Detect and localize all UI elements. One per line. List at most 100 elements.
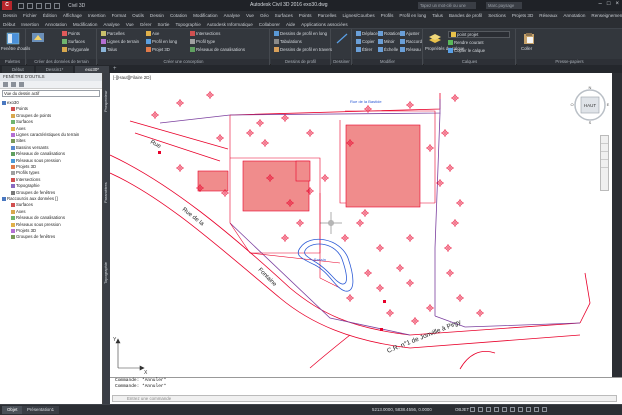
- tree-item[interactable]: Bassins versants: [0, 145, 48, 151]
- ribbon-tab[interactable]: Applications associées: [301, 22, 347, 27]
- tree-item[interactable]: Points: [0, 106, 28, 112]
- menu-item[interactable]: Profil en long: [399, 13, 426, 18]
- mirror-button[interactable]: Miroir: [378, 39, 395, 44]
- ribbon-tab[interactable]: Annotation: [45, 22, 67, 27]
- survey-point-marker[interactable]: [321, 174, 329, 182]
- tree-item[interactable]: Topographie: [0, 183, 40, 189]
- tree-item[interactable]: Réseaux sous pression: [0, 222, 61, 228]
- viewcube-north[interactable]: N: [589, 85, 592, 90]
- survey-point-marker[interactable]: [296, 219, 304, 227]
- fillet-button[interactable]: Raccord: [400, 39, 422, 44]
- osnap-icon[interactable]: [502, 407, 507, 412]
- minimize-icon[interactable]: –: [599, 1, 602, 7]
- profile-button[interactable]: Profil en long: [146, 39, 177, 44]
- tree-item[interactable]: Raccourcis aux données []: [0, 196, 58, 202]
- app-logo-icon[interactable]: C: [2, 1, 12, 10]
- feature-line-button[interactable]: Lignes de terrain: [101, 39, 139, 44]
- survey-point-marker[interactable]: [176, 99, 184, 107]
- snap-icon[interactable]: [478, 407, 483, 412]
- new-icon[interactable]: [18, 2, 24, 9]
- section-view-button[interactable]: Dessins de profil en travers: [274, 47, 332, 52]
- rotate-button[interactable]: Rotation: [378, 31, 400, 36]
- ribbon-tab[interactable]: Insertion: [21, 22, 39, 27]
- survey-point-marker[interactable]: [444, 244, 452, 252]
- survey-point-marker[interactable]: [426, 304, 434, 312]
- viewcube-west[interactable]: O: [570, 102, 573, 107]
- ribbon-tab[interactable]: Topographie: [176, 22, 201, 27]
- toolspace-view-icon[interactable]: [3, 82, 8, 87]
- copy-button[interactable]: Copier: [356, 39, 375, 44]
- lineweight-icon[interactable]: [510, 407, 515, 412]
- trim-button[interactable]: Ajuster: [400, 31, 419, 36]
- tree-item[interactable]: Intersections: [0, 177, 40, 183]
- ribbon-tab[interactable]: Sortie: [157, 22, 169, 27]
- survey-point-marker[interactable]: [216, 134, 224, 142]
- menu-item[interactable]: Analyse: [224, 13, 240, 18]
- menu-item[interactable]: Sections: [488, 13, 506, 18]
- building-middle-annex[interactable]: [295, 160, 311, 182]
- ribbon-tab[interactable]: Gérer: [140, 22, 152, 27]
- survey-point-marker[interactable]: [176, 164, 184, 172]
- tables-button[interactable]: Tabulations: [274, 39, 302, 44]
- survey-point-marker[interactable]: [411, 317, 419, 325]
- menu-item[interactable]: Bandes de profil: [449, 13, 482, 18]
- menu-item[interactable]: Dessin: [3, 13, 17, 18]
- grading-button[interactable]: Talus: [101, 47, 117, 52]
- model-space-toggle[interactable]: OBJET: [455, 407, 469, 412]
- survey-point-marker[interactable]: [256, 119, 264, 127]
- tree-item[interactable]: Réseaux de canalisations: [0, 215, 65, 221]
- ribbon-tab[interactable]: Vue: [126, 22, 134, 27]
- toolspace-help-icon[interactable]: [19, 82, 24, 87]
- survey-point-marker[interactable]: [396, 264, 404, 272]
- annotation-scale-icon[interactable]: [518, 407, 523, 412]
- fullscreen-icon[interactable]: [534, 407, 539, 412]
- menu-item[interactable]: Renseignements: [591, 13, 622, 18]
- tree-item[interactable]: Axes: [0, 209, 26, 215]
- layer-combo[interactable]: point projet: [448, 31, 510, 38]
- menu-item[interactable]: Affichage: [63, 13, 82, 18]
- tree-item[interactable]: Lignes caractéristiques du terrain: [0, 132, 79, 138]
- toolspace-button[interactable]: Fenêtre d'outils: [1, 46, 30, 51]
- layout-tab-model[interactable]: Objet: [2, 406, 23, 414]
- ribbon-tab[interactable]: Autodesk Informatique: [207, 22, 253, 27]
- menu-item[interactable]: Modification: [193, 13, 218, 18]
- menu-item[interactable]: Cotation: [170, 13, 187, 18]
- vtab-survey[interactable]: Topographie: [103, 253, 110, 293]
- ortho-icon[interactable]: [486, 407, 491, 412]
- tree-item[interactable]: Groupes de fenêtres: [0, 190, 55, 196]
- doc-tab-dessin1[interactable]: Dessin1*: [35, 65, 74, 73]
- tree-item[interactable]: Groupes de fenêtres: [0, 234, 55, 240]
- pan-icon[interactable]: [601, 144, 608, 152]
- menu-item[interactable]: Projets 3D: [512, 13, 533, 18]
- customize-icon[interactable]: [542, 407, 547, 412]
- tree-item[interactable]: Sites: [0, 138, 26, 144]
- parcel-button[interactable]: Parcelles: [101, 31, 125, 36]
- tree-item[interactable]: Axes: [0, 126, 26, 132]
- menu-item[interactable]: Surfaces: [275, 13, 293, 18]
- survey-point-marker[interactable]: [341, 234, 349, 242]
- user-signin[interactable]: Marc.paysage: [486, 2, 522, 9]
- doc-tab-start[interactable]: Début: [2, 65, 34, 73]
- survey-point-marker[interactable]: [386, 309, 394, 317]
- ribbon-tab[interactable]: Collaborer: [259, 22, 280, 27]
- tree-item[interactable]: Profils types: [0, 170, 39, 176]
- survey-point-marker[interactable]: [364, 269, 372, 277]
- line-icon[interactable]: [335, 32, 349, 45]
- command-input[interactable]: Entrez une commande: [112, 395, 617, 402]
- zoom-icon[interactable]: [601, 152, 608, 160]
- assembly-button[interactable]: Profil type: [190, 39, 215, 44]
- viewcube-east[interactable]: E: [607, 102, 610, 107]
- surfaces-button[interactable]: Surfaces: [62, 39, 85, 44]
- survey-point-marker[interactable]: [406, 234, 414, 242]
- new-tab-icon[interactable]: +: [113, 66, 117, 72]
- tree-item[interactable]: Réseaux de canalisations: [0, 151, 65, 157]
- survey-point-marker[interactable]: [281, 114, 289, 122]
- traverse-button[interactable]: Polygonale: [62, 47, 89, 52]
- viewcube-south[interactable]: S: [589, 120, 592, 125]
- menu-item[interactable]: Réseaux: [539, 13, 557, 18]
- points-button[interactable]: Points: [62, 31, 80, 36]
- tree-item[interactable]: Surfaces: [0, 119, 33, 125]
- menu-item[interactable]: Dessin: [150, 13, 164, 18]
- vtab-prospector[interactable]: Prospecteur: [103, 81, 110, 121]
- profile-view-button[interactable]: Dessins de profil en long: [274, 31, 327, 36]
